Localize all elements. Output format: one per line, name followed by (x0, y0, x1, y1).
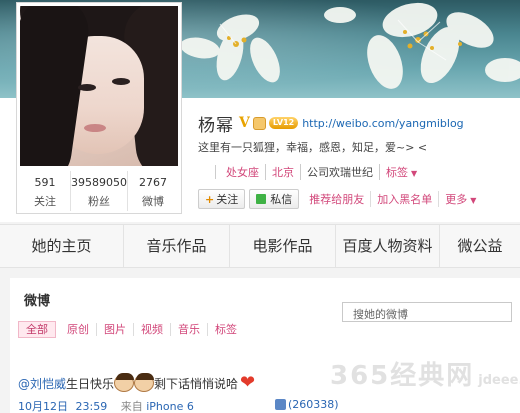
level-badge[interactable]: LV12 (268, 117, 299, 129)
watermark: 365经典网jdeee.cn (330, 355, 520, 392)
heart-icon: ❤ (240, 372, 256, 393)
stat-label: 粉丝 (88, 195, 110, 208)
profile-name: 杨幂 (198, 115, 234, 136)
mention-link[interactable]: @刘恺威 (18, 375, 66, 392)
stat-followers[interactable]: 39589050 粉丝 (71, 171, 128, 211)
message-button[interactable]: 私信 (249, 189, 300, 209)
lips-shape (84, 124, 106, 132)
tab-home[interactable]: 她的主页 (0, 225, 124, 267)
stat-following[interactable]: 591 关注 (20, 171, 71, 211)
stat-value: 591 (34, 176, 56, 189)
source-link[interactable]: iPhone 6 (146, 400, 194, 413)
tag-menu-label: 标签 (386, 166, 408, 179)
filter-videos[interactable]: 视频 (134, 323, 171, 336)
tab-movies[interactable]: 电影作品 (230, 225, 336, 267)
profile-stats: 591 关注 39589050 粉丝 2767 微博 (20, 171, 178, 211)
stat-label: 微博 (142, 195, 164, 208)
feed-filters: 全部 原创 图片 视频 音乐 标签 (18, 321, 244, 338)
follow-button-label: 关注 (216, 193, 239, 206)
tag-location[interactable]: 北京 (266, 164, 301, 180)
filter-all[interactable]: 全部 (18, 321, 56, 338)
filter-tags[interactable]: 标签 (208, 323, 244, 336)
tab-charity[interactable]: 微公益 (440, 225, 520, 267)
stat-value: 2767 (139, 176, 167, 189)
tag-zodiac[interactable]: 处女座 (220, 164, 266, 180)
post-date[interactable]: 10月12日 (18, 400, 68, 413)
eye-shape (78, 84, 96, 91)
avatar-card: 591 关注 39589050 粉丝 2767 微博 (16, 2, 182, 214)
member-icon[interactable] (252, 116, 266, 130)
profile-actions: + 关注 私信 推荐给朋友 加入黑名单 更多 ▼ (198, 189, 482, 209)
tag-menu[interactable]: 标签 ▼ (380, 164, 423, 180)
post-text: 生日快乐 (66, 376, 115, 391)
emoji-icon (114, 373, 135, 392)
tag-divider (198, 165, 216, 179)
chevron-down-icon: ▼ (411, 169, 418, 178)
eye-shape (112, 78, 130, 85)
post-meta: 10月12日 23:59 来自 iPhone 6 (18, 398, 194, 413)
tab-music[interactable]: 音乐作品 (124, 225, 230, 267)
post-body: @刘恺威 生日快乐 剩下话悄悄说哈 ❤ (18, 372, 256, 393)
stat-posts[interactable]: 2767 微博 (128, 171, 178, 211)
tag-company[interactable]: 公司欢瑞世纪 (301, 164, 380, 180)
filter-music[interactable]: 音乐 (171, 323, 208, 336)
search-input[interactable]: 搜她的微博 (342, 302, 512, 322)
post-time[interactable]: 23:59 (76, 400, 108, 413)
plus-icon: + (205, 192, 215, 206)
like-count: (260338) (288, 398, 339, 411)
message-button-label: 私信 (270, 193, 293, 206)
filter-original[interactable]: 原创 (60, 323, 97, 336)
stat-label: 关注 (34, 195, 56, 208)
post-text: 剩下话悄悄说哈 (154, 376, 239, 391)
emoji-icon (134, 373, 155, 392)
avatar[interactable] (20, 6, 178, 166)
verified-icon[interactable]: V (239, 115, 250, 131)
blog-url-link[interactable]: http://weibo.com/yangmiblog (302, 117, 463, 130)
watermark-domain: jdeee.cn (478, 373, 520, 388)
recommend-link[interactable]: 推荐给朋友 (303, 191, 372, 207)
like-button[interactable]: (260338) (275, 398, 339, 411)
source-label: 来自 (120, 400, 143, 413)
tab-baidu-profile[interactable]: 百度人物资料 (336, 225, 440, 267)
message-icon (256, 194, 267, 204)
filter-images[interactable]: 图片 (97, 323, 134, 336)
profile-nav: 她的主页 音乐作品 电影作品 百度人物资料 微公益 (0, 224, 520, 268)
feed-panel: 微博 搜她的微博 全部 原创 图片 视频 音乐 标签 @刘恺威 生日快乐 剩下话… (10, 278, 520, 413)
watermark-text: 365经典网 (330, 361, 475, 391)
follow-button[interactable]: + 关注 (198, 189, 246, 209)
feed-title: 微博 (24, 294, 51, 309)
chevron-down-icon: ▼ (470, 196, 477, 205)
stat-value: 39589050 (71, 176, 127, 189)
profile-bio: 这里有一只狐狸，幸福，感恩，知足，爱~> < (198, 141, 428, 154)
profile-tags: 处女座 北京 公司欢瑞世纪 标签 ▼ (198, 164, 423, 180)
thumbs-up-icon (275, 399, 286, 410)
profile-name-row: 杨幂 V LV12 http://weibo.com/yangmiblog (198, 112, 464, 136)
more-menu[interactable]: 更多 ▼ (439, 191, 482, 207)
more-menu-label: 更多 (445, 193, 468, 206)
blacklist-link[interactable]: 加入黑名单 (371, 191, 440, 207)
